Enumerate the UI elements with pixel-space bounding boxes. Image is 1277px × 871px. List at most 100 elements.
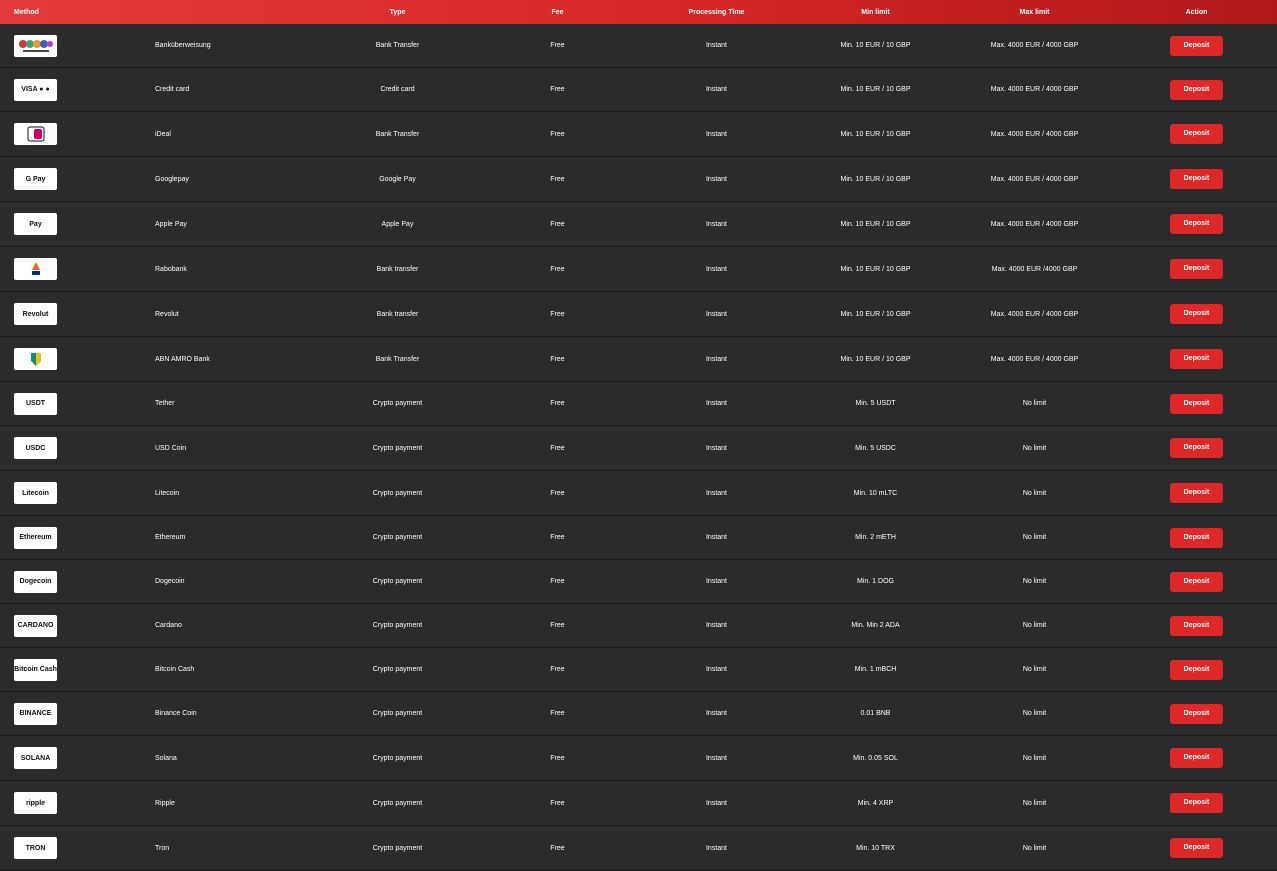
deposit-button[interactable]: Deposit [1170,615,1223,636]
max-limit: Max. 4000 EUR / 4000 GBP [990,130,1079,138]
method-name: Rabobank [155,265,187,273]
logo-text: CARDANO [17,622,54,629]
method-logo-cell [0,258,155,280]
method-type: Bank Transfer [375,355,420,363]
tron-icon: TRON [14,837,57,859]
method-name: Credit card [155,86,190,93]
logo-text: USDC [25,444,46,452]
max-limit: No limit [1022,754,1047,762]
deposit-button[interactable]: Deposit [1170,214,1223,234]
deposit-button[interactable]: Deposit [1170,349,1223,369]
method-fee: Free [550,220,565,228]
min-limit: Min. 5 USDC [855,444,896,452]
logo-text: VISA ● ● [21,86,50,93]
max-limit: Max. 4000 EUR / 4000 GBP [990,42,1079,49]
method-type: Crypto payment [372,400,423,407]
method-fee: Free [550,86,565,93]
logo-text: Litecoin [22,489,49,497]
min-limit: 0.01 BNB [860,710,891,717]
method-logo-cell: ripple [0,792,155,814]
deposit-button[interactable]: Deposit [1170,483,1223,503]
method-logo-cell: Pay [0,213,155,235]
deposit-button[interactable]: Deposit [1170,571,1223,592]
min-limit: Min. 4 XRP [857,799,894,807]
ripple-icon: ripple [14,792,57,814]
deposit-button[interactable]: Deposit [1170,748,1223,768]
payment-methods-table: Method Type Fee Processing Time Min limi… [0,0,1277,871]
max-limit: No limit [1022,710,1047,717]
method-logo-cell: TRON [0,837,155,859]
method-type: Crypto payment [372,710,423,717]
binance-icon: BINANCE [14,702,57,725]
method-name: USD Coin [155,444,187,452]
processing-time: Instant [705,489,727,497]
method-type: Crypto payment [372,622,423,629]
method-name: Binance Coin [155,710,197,717]
table-header: Method Type Fee Processing Time Min limi… [0,0,1277,24]
deposit-button[interactable]: Deposit [1170,438,1223,458]
min-limit: Min. 2 mETH [855,534,896,541]
deposit-button[interactable]: Deposit [1170,838,1223,858]
deposit-button[interactable]: Deposit [1170,304,1223,324]
litecoin-icon: Litecoin [14,482,57,504]
deposit-button[interactable]: Deposit [1170,527,1223,548]
table-row: USDT Tether Crypto payment Free Instant Min. … [0,382,1277,426]
logo-text: Bitcoin Cash [14,666,57,673]
processing-time: Instant [705,130,727,138]
min-limit: Min. 10 EUR / 10 GBP [840,86,911,93]
min-limit: Min. 5 USDT [855,400,896,407]
method-logo-cell: VISA ● ● [0,78,155,101]
max-limit: Max. 4000 EUR / 4000 GBP [990,175,1079,183]
deposit-button[interactable]: Deposit [1170,703,1223,724]
dogecoin-icon: Dogecoin [14,570,57,593]
table-row: ABN AMRO Bank Bank Transfer Free Instant Min… [0,337,1277,382]
method-type: Bank transfer [376,310,419,318]
processing-time: Instant [705,622,727,629]
method-fee: Free [550,622,565,629]
method-fee: Free [550,175,565,183]
method-fee: Free [550,754,565,762]
processing-time: Instant [705,220,727,228]
action-cell: Deposit [1116,748,1277,768]
deposit-button[interactable]: Deposit [1170,124,1223,144]
logo-text: Pay [29,220,42,228]
action-cell: Deposit [1116,438,1277,458]
deposit-button[interactable]: Deposit [1170,169,1223,189]
table-row: SOLANA Solana Crypto payment Free Instant Min… [0,736,1277,781]
deposit-button[interactable]: Deposit [1170,393,1223,414]
max-limit: No limit [1022,622,1047,629]
logo-text: SOLANA [20,754,51,762]
deposit-button[interactable]: Deposit [1170,659,1223,680]
processing-time: Instant [705,534,727,541]
method-name: Ripple [155,799,175,807]
method-type: Bank Transfer [375,130,420,138]
method-fee: Free [550,666,565,673]
method-fee: Free [550,578,565,585]
action-cell: Deposit [1116,393,1277,414]
method-logo-cell: USDC [0,437,155,459]
table-row: CARDANO Cardano Crypto payment Free Instant M… [0,604,1277,648]
table-row: Dogecoin Dogecoin Crypto payment Free Instan… [0,560,1277,604]
header-action: Action [1185,8,1208,16]
method-fee: Free [550,400,565,407]
deposit-button[interactable]: Deposit [1170,793,1223,813]
method-name: iDeal [155,130,171,138]
table-row: USDC USD Coin Crypto payment Free Instant Min… [0,426,1277,471]
method-fee: Free [550,130,565,138]
table-row: iDeal Bank Transfer Free Instant Min. 10 EUR… [0,112,1277,157]
min-limit: Min. 10 EUR / 10 GBP [840,42,911,49]
method-logo-cell: Bitcoin Cash [0,658,155,681]
deposit-button[interactable]: Deposit [1170,259,1223,279]
action-cell: Deposit [1116,483,1277,503]
deposit-button[interactable]: Deposit [1170,79,1223,100]
method-type: Crypto payment [372,534,423,541]
deposit-button[interactable]: Deposit [1170,35,1223,56]
method-logo-cell: Revolut [0,303,155,325]
min-limit: Min. 10 TRX [856,844,895,852]
cardano-icon: CARDANO [14,614,57,637]
method-fee: Free [550,710,565,717]
method-name: Dogecoin [155,578,185,585]
method-name: Revolut [155,310,179,318]
action-cell: Deposit [1116,703,1277,724]
table-row: Ethereum Ethereum Crypto payment Free Instan… [0,516,1277,560]
